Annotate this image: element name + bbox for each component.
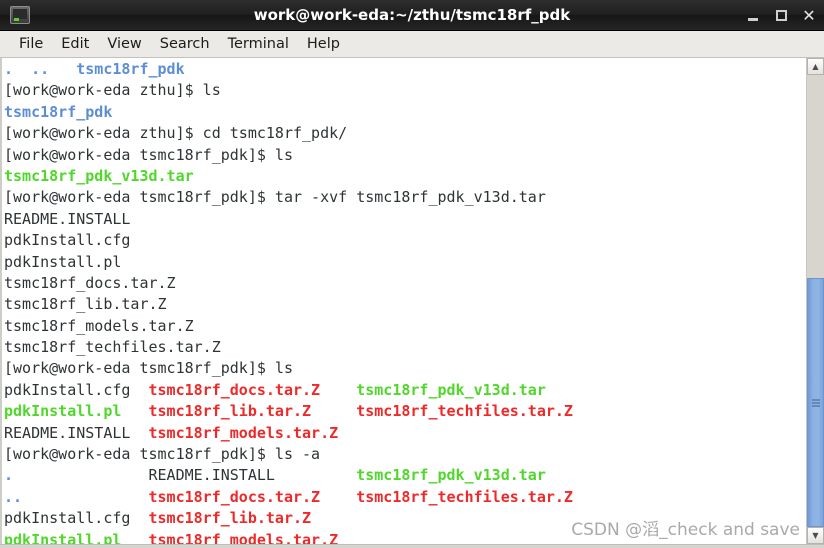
terminal-line: tsmc18rf_lib.tar.Z: [4, 294, 806, 315]
terminal-text: tsmc18rf_lib.tar.Z: [148, 509, 312, 528]
title-bar[interactable]: work@work-eda:~/zthu/tsmc18rf_pdk ✕: [0, 0, 824, 31]
minimize-button[interactable]: [746, 9, 760, 23]
scroll-down-arrow-icon[interactable]: ▼: [807, 527, 824, 544]
terminal-line: [work@work-eda tsmc18rf_pdk]$ ls: [4, 358, 806, 379]
terminal-text: pdkInstall.pl: [4, 530, 149, 544]
terminal-text: tsmc18rf_pdk_v13d.tar: [356, 380, 546, 399]
terminal-text: tsmc18rf_docs.tar.Z: [148, 380, 357, 399]
terminal-text: tsmc18rf_docs.tar.Z: [4, 273, 176, 292]
menu-item-edit[interactable]: Edit: [52, 34, 98, 54]
terminal-text: tsmc18rf_techfiles.tar.Z: [356, 487, 573, 506]
terminal-text: tsmc18rf_pdk_v13d.tar: [4, 166, 194, 185]
terminal-line: pdkInstall.cfg tsmc18rf_docs.tar.Z tsmc1…: [4, 380, 806, 401]
terminal-text: pdkInstall.cfg: [4, 380, 149, 399]
terminal-text: README.INSTALL: [4, 209, 131, 228]
menu-item-terminal[interactable]: Terminal: [219, 34, 298, 54]
terminal-text: tsmc18rf_techfiles.tar.Z: [356, 402, 573, 421]
terminal-text: tsmc18rf_docs.tar.Z: [148, 487, 357, 506]
terminal-line: .. tsmc18rf_docs.tar.Z tsmc18rf_techfile…: [4, 487, 806, 508]
maximize-button[interactable]: [774, 9, 788, 23]
menu-item-search[interactable]: Search: [151, 34, 219, 54]
terminal-text: [work@work-eda zthu]$ ls: [4, 81, 221, 100]
terminal-line: . README.INSTALL tsmc18rf_pdk_v13d.tar: [4, 465, 806, 486]
terminal-text: tsmc18rf_models.tar.Z: [148, 423, 339, 442]
terminal-line: [work@work-eda tsmc18rf_pdk]$ ls -a: [4, 444, 806, 465]
terminal-line: [work@work-eda tsmc18rf_pdk]$ ls: [4, 145, 806, 166]
terminal-text: pdkInstall.pl: [4, 252, 122, 271]
terminal-text: tsmc18rf_models.tar.Z: [148, 530, 339, 544]
terminal-text: pdkInstall.cfg: [4, 231, 131, 250]
menu-item-help[interactable]: Help: [298, 34, 349, 54]
terminal-screen[interactable]: . .. tsmc18rf_pdk [work@work-eda zthu]$ l…: [2, 58, 806, 544]
terminal-text: . ..: [4, 60, 68, 78]
window-bottom-edge: [0, 544, 824, 548]
terminal-text: tsmc18rf_pdk: [67, 60, 185, 78]
scrollbar-grip-icon: [811, 399, 820, 407]
window-controls: ✕: [746, 0, 816, 31]
menu-item-file[interactable]: File: [10, 34, 52, 54]
terminal-text: tsmc18rf_pdk_v13d.tar: [356, 466, 546, 485]
terminal-output: . .. tsmc18rf_pdk [work@work-eda zthu]$ l…: [4, 59, 806, 544]
terminal-line: pdkInstall.cfg tsmc18rf_lib.tar.Z: [4, 508, 806, 529]
terminal-line: tsmc18rf_techfiles.tar.Z: [4, 337, 806, 358]
terminal-line: tsmc18rf_pdk_v13d.tar: [4, 166, 806, 187]
terminal-text: tsmc18rf_pdk: [4, 102, 113, 121]
terminal-line: pdkInstall.pl tsmc18rf_lib.tar.Z tsmc18r…: [4, 401, 806, 422]
scrollbar-track[interactable]: [807, 75, 824, 527]
terminal-line: tsmc18rf_models.tar.Z: [4, 316, 806, 337]
terminal-text: tsmc18rf_lib.tar.Z: [4, 295, 167, 314]
terminal-text: pdkInstall.cfg: [4, 509, 149, 528]
terminal-line: pdkInstall.cfg: [4, 230, 806, 251]
terminal-line: README.INSTALL tsmc18rf_models.tar.Z: [4, 423, 806, 444]
terminal-line: pdkInstall.pl tsmc18rf_models.tar.Z: [4, 530, 806, 544]
terminal-text: .: [4, 466, 149, 485]
terminal-text: tsmc18rf_models.tar.Z: [4, 316, 194, 335]
terminal-window: work@work-eda:~/zthu/tsmc18rf_pdk ✕ File…: [0, 0, 824, 548]
terminal-line: pdkInstall.pl: [4, 252, 806, 273]
terminal-text: [work@work-eda tsmc18rf_pdk]$ tar -xvf t…: [4, 188, 546, 207]
menu-item-view[interactable]: View: [98, 34, 150, 54]
scroll-up-arrow-icon[interactable]: ▲: [807, 58, 824, 75]
terminal-text: ..: [4, 487, 149, 506]
menu-bar: File Edit View Search Terminal Help: [0, 31, 824, 58]
terminal-text: README.INSTALL: [4, 423, 149, 442]
terminal-text: [work@work-eda tsmc18rf_pdk]$ ls: [4, 359, 293, 378]
terminal-text: pdkInstall.pl: [4, 402, 149, 421]
terminal-icon: [10, 6, 30, 24]
close-button[interactable]: ✕: [802, 7, 816, 23]
terminal-text: tsmc18rf_techfiles.tar.Z: [4, 338, 221, 357]
terminal-text: [work@work-eda zthu]$ cd tsmc18rf_pdk/: [4, 124, 348, 143]
terminal-text: [work@work-eda tsmc18rf_pdk]$ ls -a: [4, 445, 321, 464]
terminal-line: [work@work-eda zthu]$ ls: [4, 80, 806, 101]
window-title: work@work-eda:~/zthu/tsmc18rf_pdk: [253, 6, 571, 24]
terminal-line: [work@work-eda zthu]$ cd tsmc18rf_pdk/: [4, 123, 806, 144]
terminal-text: [work@work-eda tsmc18rf_pdk]$ ls: [4, 145, 293, 164]
terminal-text: README.INSTALL: [148, 466, 357, 485]
vertical-scrollbar[interactable]: ▲ ▼: [806, 58, 824, 544]
scrollbar-thumb[interactable]: [807, 278, 824, 527]
terminal-line: . .. tsmc18rf_pdk: [4, 59, 806, 80]
terminal-line: tsmc18rf_docs.tar.Z: [4, 273, 806, 294]
terminal-line: README.INSTALL: [4, 209, 806, 230]
terminal-text: tsmc18rf_lib.tar.Z: [148, 402, 357, 421]
terminal-body: . .. tsmc18rf_pdk [work@work-eda zthu]$ l…: [0, 58, 824, 544]
terminal-line: [work@work-eda tsmc18rf_pdk]$ tar -xvf t…: [4, 187, 806, 208]
terminal-line: tsmc18rf_pdk: [4, 102, 806, 123]
